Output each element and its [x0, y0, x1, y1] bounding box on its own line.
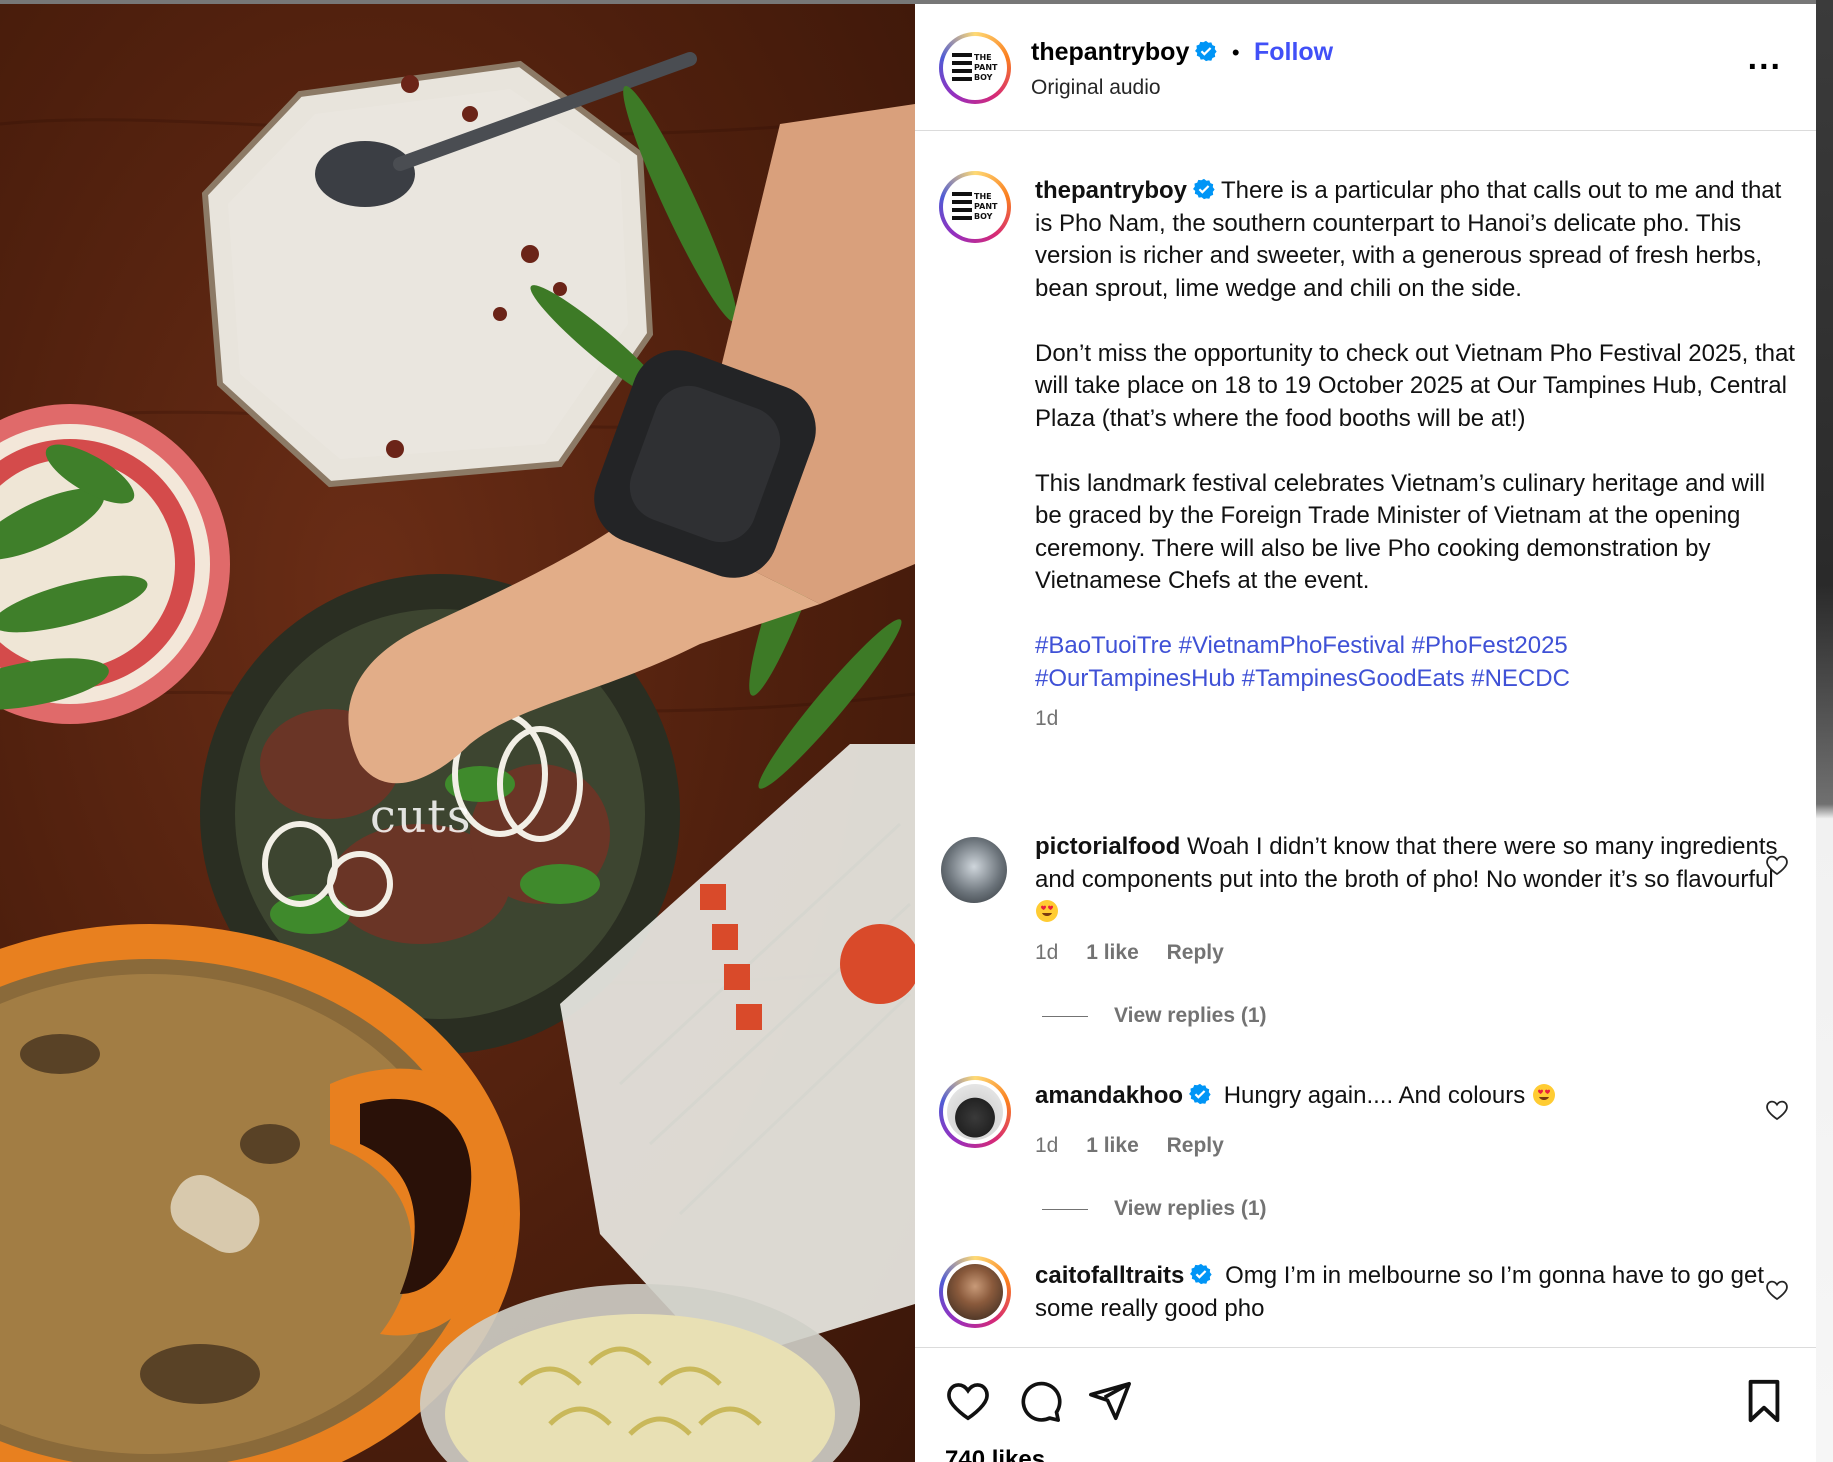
post-side-panel: THEPANTRYBOY thepantryboy • Follow Origi…: [915, 4, 1816, 1462]
comment-text: caitofalltraits Omg I’m in melbourne so …: [1035, 1260, 1795, 1325]
more-options-button[interactable]: ...: [1748, 41, 1782, 75]
heart-eyes-emoji-icon: [1532, 1084, 1555, 1106]
post-video[interactable]: cuts: [0, 4, 915, 1462]
verified-badge-icon: [1193, 178, 1215, 200]
dot-separator: •: [1231, 40, 1240, 65]
verified-badge-icon: [1190, 1263, 1213, 1285]
comment-likes-count[interactable]: 1 like: [1086, 1134, 1139, 1157]
comment-text: amandakhoo Hungry again.... And colours: [1035, 1080, 1795, 1113]
pantryboy-logo-icon: THEPANTRYBOY: [947, 40, 1003, 96]
view-replies-label: View replies (1): [1114, 1197, 1267, 1220]
commenter-avatar[interactable]: [941, 837, 1007, 903]
author-avatar[interactable]: THEPANTRYBOY: [939, 32, 1011, 104]
svg-text:BOY: BOY: [974, 73, 993, 82]
svg-text:BOY: BOY: [974, 212, 993, 221]
comment-timestamp[interactable]: 1d: [1035, 941, 1058, 964]
svg-text:PANTRY: PANTRY: [974, 63, 998, 72]
view-replies-button[interactable]: View replies (1): [1042, 1004, 1267, 1028]
video-overlay-text: cuts: [370, 789, 472, 843]
svg-text:PANTRY: PANTRY: [974, 202, 998, 211]
food-photo: [0, 52, 915, 1462]
view-replies-label: View replies (1): [1114, 1004, 1267, 1027]
comment-likes-count[interactable]: 1 like: [1086, 941, 1139, 964]
hashtags-line-2[interactable]: #OurTampinesHub #TampinesGoodEats #NECDC: [1035, 663, 1795, 696]
likes-count[interactable]: 740 likes: [945, 1446, 1045, 1462]
caption-paragraph-3: This landmark festival celebrates Vietna…: [1035, 469, 1766, 595]
reply-button[interactable]: Reply: [1167, 941, 1224, 964]
verified-badge-icon: [1195, 40, 1217, 62]
comment-like-heart-icon[interactable]: [1765, 1278, 1789, 1302]
commenter-avatar[interactable]: [939, 1256, 1011, 1328]
pantryboy-logo-icon: THEPANTRYBOY: [947, 179, 1003, 235]
reply-button[interactable]: Reply: [1167, 1134, 1224, 1157]
caption-text: thepantryboy There is a particular pho th…: [1035, 175, 1795, 736]
commenter-photo: [947, 1084, 1003, 1140]
comment-bubble-icon[interactable]: [1017, 1378, 1063, 1424]
comments-list[interactable]: THEPANTRYBOY thepantryboyThere is a part…: [915, 131, 1816, 1346]
comment-text: pictorialfood Woah I didn’t know that th…: [1035, 831, 1795, 929]
comment-meta: 1d 1 like Reply: [1035, 941, 1224, 965]
commenter-username[interactable]: caitofalltraits: [1035, 1262, 1184, 1289]
commenter-photo: [947, 1264, 1003, 1320]
commenter-username[interactable]: amandakhoo: [1035, 1082, 1183, 1109]
like-heart-icon[interactable]: [945, 1378, 991, 1424]
heart-eyes-emoji-icon: [1036, 900, 1058, 922]
comment-timestamp[interactable]: 1d: [1035, 1134, 1058, 1157]
caption-author-avatar[interactable]: THEPANTRYBOY: [939, 171, 1011, 243]
view-replies-button[interactable]: View replies (1): [1042, 1197, 1267, 1221]
verified-badge-icon: [1189, 1083, 1211, 1105]
caption-paragraph-2: Don’t miss the opportunity to check out …: [1035, 339, 1795, 432]
save-bookmark-icon[interactable]: [1741, 1378, 1787, 1424]
comment-body: Hungry again.... And colours: [1223, 1082, 1526, 1109]
comment-like-heart-icon[interactable]: [1765, 853, 1789, 877]
post-header: THEPANTRYBOY thepantryboy • Follow Origi…: [915, 4, 1816, 131]
share-send-icon[interactable]: [1087, 1378, 1133, 1424]
follow-button[interactable]: Follow: [1254, 38, 1333, 66]
author-username[interactable]: thepantryboy: [1031, 38, 1189, 66]
audio-label[interactable]: Original audio: [1031, 76, 1161, 100]
commenter-username[interactable]: pictorialfood: [1035, 833, 1180, 860]
comment-like-heart-icon[interactable]: [1765, 1098, 1789, 1122]
svg-text:THE: THE: [974, 53, 992, 62]
hashtags-line-1[interactable]: #BaoTuoiTre #VietnamPhoFestival #PhoFest…: [1035, 630, 1795, 663]
commenter-avatar[interactable]: [939, 1076, 1011, 1148]
post-actions-bar: 740 likes: [915, 1347, 1816, 1462]
comment-meta: 1d 1 like Reply: [1035, 1134, 1224, 1158]
svg-text:THE: THE: [974, 192, 992, 201]
background-page-edge: [1816, 0, 1833, 1462]
caption-timestamp[interactable]: 1d: [1035, 703, 1795, 736]
caption-username[interactable]: thepantryboy: [1035, 177, 1187, 204]
